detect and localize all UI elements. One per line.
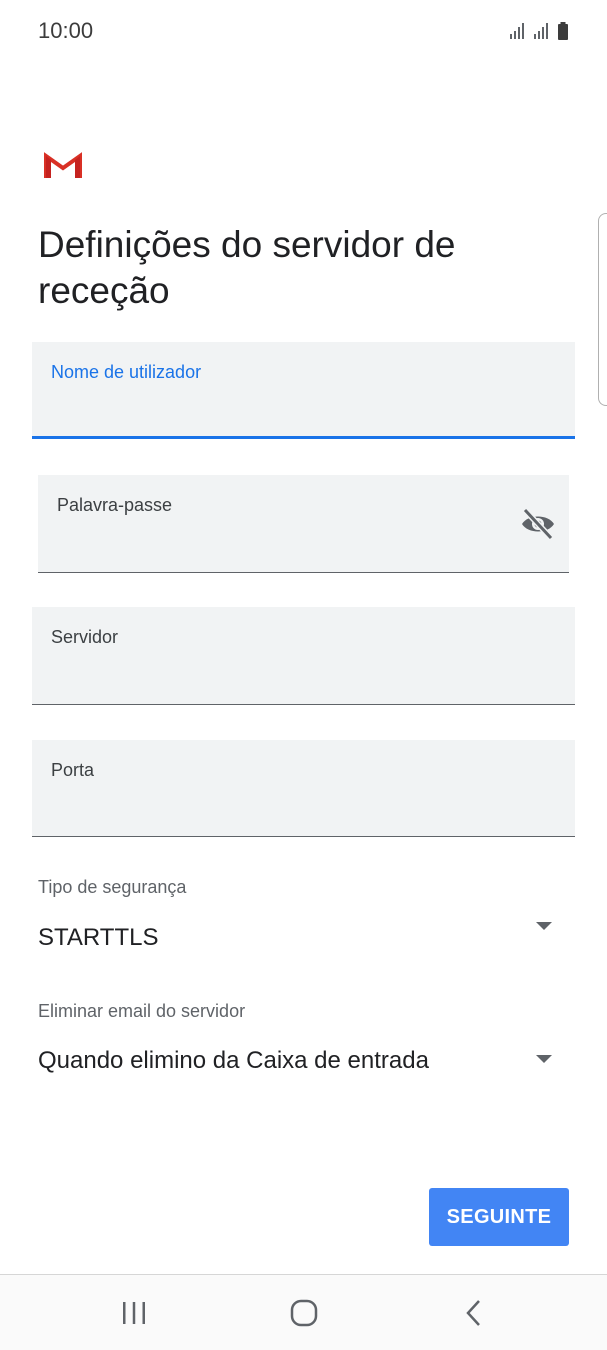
delete-email-label: Eliminar email do servidor: [38, 1001, 246, 1021]
signal-icon: [510, 23, 524, 39]
username-field-label: Nome de utilizador: [51, 362, 202, 382]
visibility-off-icon[interactable]: [519, 507, 557, 541]
back-button[interactable]: [452, 1291, 496, 1335]
port-field[interactable]: Porta: [32, 740, 575, 837]
recents-button[interactable]: [112, 1291, 156, 1335]
username-field[interactable]: Nome de utilizador: [32, 342, 575, 439]
gmail-m-icon: [44, 152, 82, 178]
back-icon: [466, 1300, 480, 1326]
screen: 10:00 Definições do servidor de receção …: [0, 0, 607, 1350]
recents-icon: [123, 1302, 145, 1324]
signal-icon-2: [534, 23, 548, 39]
security-type-label: Tipo de segurança: [38, 877, 187, 897]
password-field[interactable]: Palavra-passe: [38, 475, 569, 573]
status-bar: 10:00: [0, 0, 607, 64]
home-button[interactable]: [282, 1291, 326, 1335]
edge-panel-handle[interactable]: [598, 213, 607, 406]
security-type-dropdown-icon[interactable]: [536, 922, 552, 930]
navigation-bar: [0, 1274, 607, 1350]
home-icon: [290, 1299, 318, 1327]
delete-email-select[interactable]: Quando elimino da Caixa de entrada: [38, 1047, 429, 1075]
page-title: Definições do servidor de receção: [38, 224, 456, 311]
server-field[interactable]: Servidor: [32, 607, 575, 705]
port-field-label: Porta: [51, 760, 95, 780]
battery-icon: [558, 22, 568, 40]
delete-email-dropdown-icon[interactable]: [536, 1055, 552, 1063]
password-field-label: Palavra-passe: [57, 495, 173, 515]
server-field-label: Servidor: [51, 627, 119, 647]
next-button[interactable]: SEGUINTE: [429, 1188, 569, 1246]
status-icons: [509, 20, 569, 40]
security-type-select[interactable]: STARTTLS: [38, 924, 158, 952]
status-time: 10:00: [38, 18, 94, 43]
